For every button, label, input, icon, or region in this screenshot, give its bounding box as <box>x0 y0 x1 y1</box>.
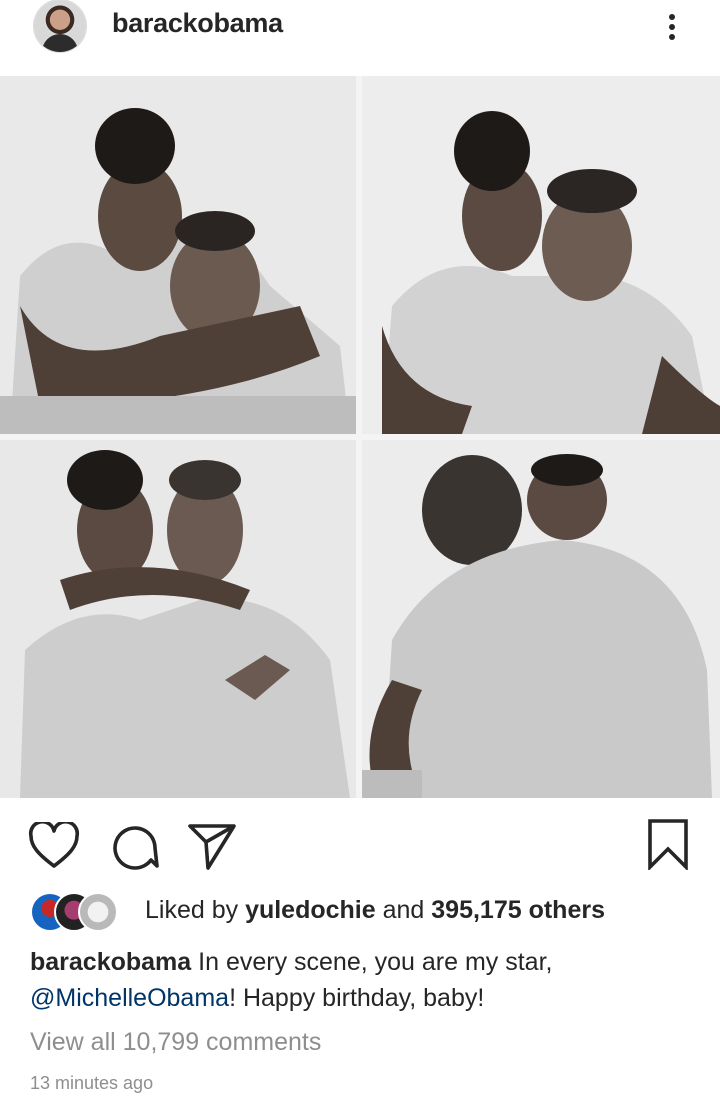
likes-text: Liked by yuledochie and 395,175 others <box>145 896 605 925</box>
photo-peace-sign <box>0 440 356 798</box>
liker-avatars <box>30 892 130 932</box>
photo-kiss <box>362 76 720 434</box>
likes-middle: and <box>375 896 432 924</box>
bookmark-icon[interactable] <box>646 818 690 870</box>
more-vertical-icon[interactable] <box>660 10 684 44</box>
caption-text: In every scene, you are my star, <box>191 948 553 976</box>
likes-count[interactable]: 395,175 others <box>431 896 605 924</box>
action-bar <box>0 812 720 872</box>
comment-icon[interactable] <box>110 822 160 872</box>
avatar <box>78 892 118 932</box>
avatar-shirt <box>42 34 78 52</box>
post-timestamp: 13 minutes ago <box>30 1073 154 1093</box>
heart-icon[interactable] <box>28 822 80 870</box>
photo-embrace <box>362 440 720 798</box>
more-dot <box>669 34 675 40</box>
more-dot <box>669 14 675 20</box>
post-username[interactable]: barackobama <box>112 8 283 39</box>
photo-hug <box>0 76 356 434</box>
send-icon[interactable] <box>186 822 238 872</box>
avatar[interactable] <box>34 0 86 52</box>
post-photo[interactable] <box>0 76 720 798</box>
caption-text-end: ! Happy birthday, baby! <box>229 984 485 1012</box>
post-caption: barackobama In every scene, you are my s… <box>30 944 690 1016</box>
caption-mention[interactable]: @MichelleObama <box>30 984 229 1012</box>
liker-username[interactable]: yuledochie <box>245 896 376 924</box>
caption-username[interactable]: barackobama <box>30 948 191 976</box>
more-dot <box>669 24 675 30</box>
likes-prefix: Liked by <box>145 896 246 924</box>
view-comments-link[interactable]: View all 10,799 comments <box>30 1028 321 1057</box>
post-header: barackobama <box>0 0 720 76</box>
